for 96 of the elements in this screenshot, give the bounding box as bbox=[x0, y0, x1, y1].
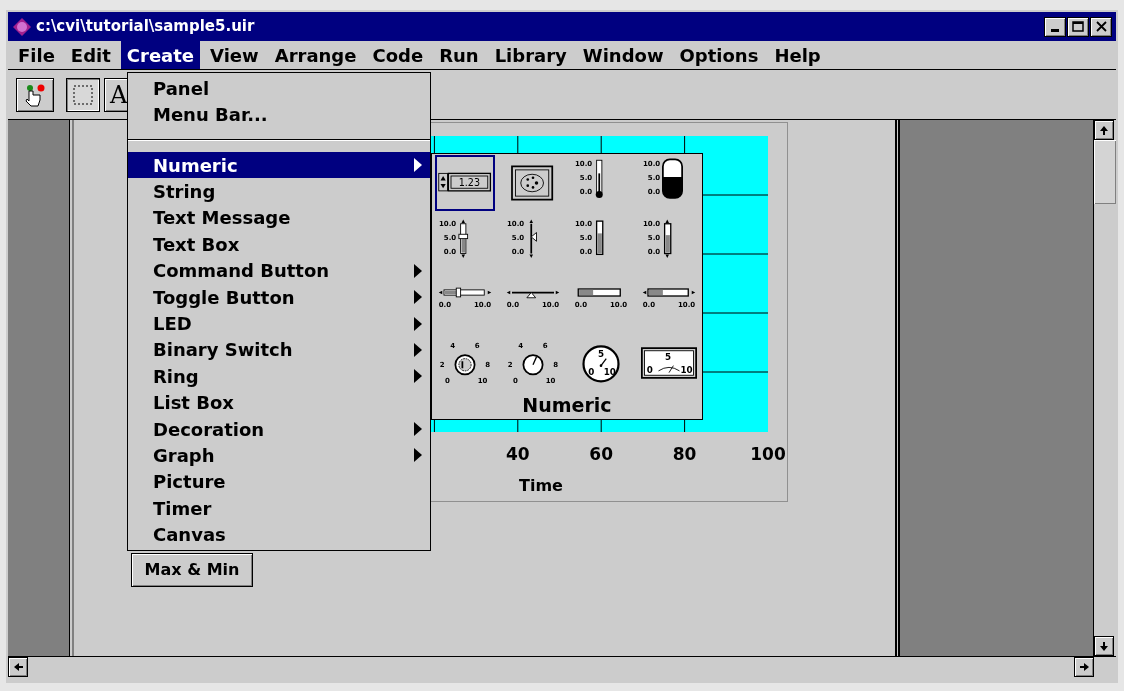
menu-item-label: Toggle Button bbox=[153, 285, 295, 310]
menu-item[interactable]: Text Box bbox=[128, 231, 430, 258]
menu-item-label: Text Box bbox=[153, 232, 240, 257]
color-palette-icon bbox=[511, 165, 554, 201]
menu-item[interactable]: Text Message bbox=[128, 204, 430, 232]
horizontal-fill-bar-icon bbox=[577, 288, 621, 297]
close-icon bbox=[1095, 21, 1107, 32]
palette-item[interactable]: 0 5 10 bbox=[639, 335, 699, 391]
scale-label: 0 bbox=[588, 367, 595, 378]
operate-tool-button[interactable] bbox=[16, 77, 54, 112]
up-down-arrows-icon bbox=[438, 172, 448, 192]
close-button[interactable] bbox=[1090, 16, 1112, 37]
scale-label: 10 bbox=[680, 364, 693, 375]
axis-tick-label: 100 bbox=[750, 443, 786, 466]
sample-value: 1.23 bbox=[458, 176, 481, 188]
menu-item-label: Numeric bbox=[153, 153, 238, 178]
menu-item-label: Command Button bbox=[153, 259, 330, 284]
menu-item[interactable]: Canvas bbox=[128, 521, 430, 548]
palette-item[interactable]: 0 5 10 bbox=[571, 335, 631, 391]
menu-item-label: LED bbox=[153, 312, 192, 337]
scroll-right-button[interactable] bbox=[1074, 657, 1094, 677]
top-menu-title[interactable]: Window bbox=[576, 41, 670, 69]
knob-icon bbox=[454, 354, 476, 376]
vertical-scrollbar[interactable] bbox=[1094, 120, 1116, 656]
top-menu-title[interactable]: Help bbox=[768, 41, 827, 69]
menu-item[interactable]: Picture bbox=[128, 468, 430, 496]
command-button[interactable]: Max & Min bbox=[131, 553, 253, 587]
app-logo-icon bbox=[12, 16, 32, 37]
menu-item-label: Text Message bbox=[153, 206, 291, 231]
dial-icon bbox=[522, 354, 544, 376]
vertical-fill-bar-icon bbox=[663, 219, 672, 258]
menu-item-label: Picture bbox=[153, 470, 226, 495]
top-menu-title[interactable]: Arrange bbox=[268, 41, 363, 69]
scroll-down-button[interactable] bbox=[1094, 636, 1114, 656]
select-tool-button[interactable] bbox=[66, 77, 100, 112]
scale-label: 5 bbox=[665, 352, 672, 363]
axis-tick-label: 60 bbox=[589, 443, 613, 466]
palette-caption: Numeric bbox=[522, 393, 612, 418]
palette-item[interactable]: 1.23 bbox=[435, 155, 495, 211]
minimize-icon bbox=[1051, 28, 1059, 32]
scroll-up-button[interactable] bbox=[1094, 120, 1114, 140]
scale-label: 5 bbox=[597, 348, 605, 359]
menu-item[interactable]: Binary Switch bbox=[128, 336, 430, 364]
menu-item-label: Ring bbox=[153, 364, 199, 389]
menu-item-label: Binary Switch bbox=[153, 338, 293, 363]
numeric-field-icon bbox=[447, 172, 492, 192]
horizontal-fill-bar-icon bbox=[642, 288, 696, 297]
arrow-down-icon bbox=[1098, 640, 1110, 652]
dashed-rectangle-icon bbox=[72, 83, 94, 106]
scale-label: 0 bbox=[646, 364, 653, 375]
horizontal-slider-icon bbox=[438, 287, 492, 298]
arrow-right-icon bbox=[1078, 661, 1090, 673]
menu-item[interactable]: Ring bbox=[128, 363, 430, 390]
axis-tick-label: 40 bbox=[505, 443, 530, 466]
arrow-up-icon bbox=[1098, 124, 1110, 136]
scroll-left-button[interactable] bbox=[8, 657, 28, 677]
menu-item-label: Canvas bbox=[153, 523, 226, 548]
top-menu-title[interactable]: Code bbox=[366, 41, 430, 69]
tank-icon bbox=[662, 158, 683, 199]
thermometer-icon bbox=[595, 159, 603, 198]
menu-item[interactable]: Toggle Button bbox=[128, 283, 430, 311]
menu-item[interactable]: List Box bbox=[128, 389, 430, 416]
menu-item-label: Graph bbox=[153, 444, 215, 468]
top-menu-title[interactable]: Create bbox=[120, 41, 201, 69]
top-menu-title[interactable]: Library bbox=[488, 41, 573, 69]
top-menu-title[interactable]: Run bbox=[433, 41, 485, 69]
menu-item[interactable]: LED bbox=[128, 310, 430, 337]
top-menu-title[interactable]: File bbox=[12, 41, 61, 69]
axis-title: Time bbox=[519, 475, 563, 497]
horizontal-pointer-slider-icon bbox=[506, 290, 560, 299]
minimize-button[interactable] bbox=[1044, 16, 1066, 37]
scroll-thumb[interactable] bbox=[1094, 140, 1116, 204]
menu-item-label: List Box bbox=[153, 391, 234, 416]
menu-item[interactable]: Timer bbox=[128, 495, 430, 522]
top-menu-title[interactable]: Options bbox=[673, 41, 765, 69]
vertical-pointer-slider-icon bbox=[529, 219, 537, 258]
menu-item-label: String bbox=[153, 180, 216, 205]
menu-item[interactable]: Numeric bbox=[128, 152, 430, 179]
gauge-icon bbox=[582, 345, 620, 383]
window-title: c:\cvi\tutorial\sample5.uir bbox=[36, 16, 255, 38]
scale-label: 10 bbox=[603, 367, 616, 378]
menu-item[interactable]: Decoration bbox=[128, 415, 430, 443]
vertical-fill-bar-icon bbox=[595, 220, 604, 256]
meter-icon bbox=[641, 347, 697, 379]
axis-tick-label: 80 bbox=[672, 443, 697, 466]
arrow-left-icon bbox=[12, 661, 24, 673]
maximize-icon bbox=[1072, 21, 1084, 32]
menu-item-label: Decoration bbox=[153, 417, 265, 442]
maximize-button[interactable] bbox=[1067, 16, 1089, 37]
menu-item[interactable]: Graph bbox=[128, 442, 430, 469]
menu-item[interactable]: Command Button bbox=[128, 257, 430, 284]
vertical-slider-icon bbox=[458, 219, 469, 258]
top-menu-title[interactable]: Edit bbox=[64, 41, 117, 69]
menu-item-label: Timer bbox=[153, 496, 212, 521]
menu-item[interactable]: String bbox=[128, 178, 430, 205]
top-menu-title[interactable]: View bbox=[204, 41, 265, 69]
